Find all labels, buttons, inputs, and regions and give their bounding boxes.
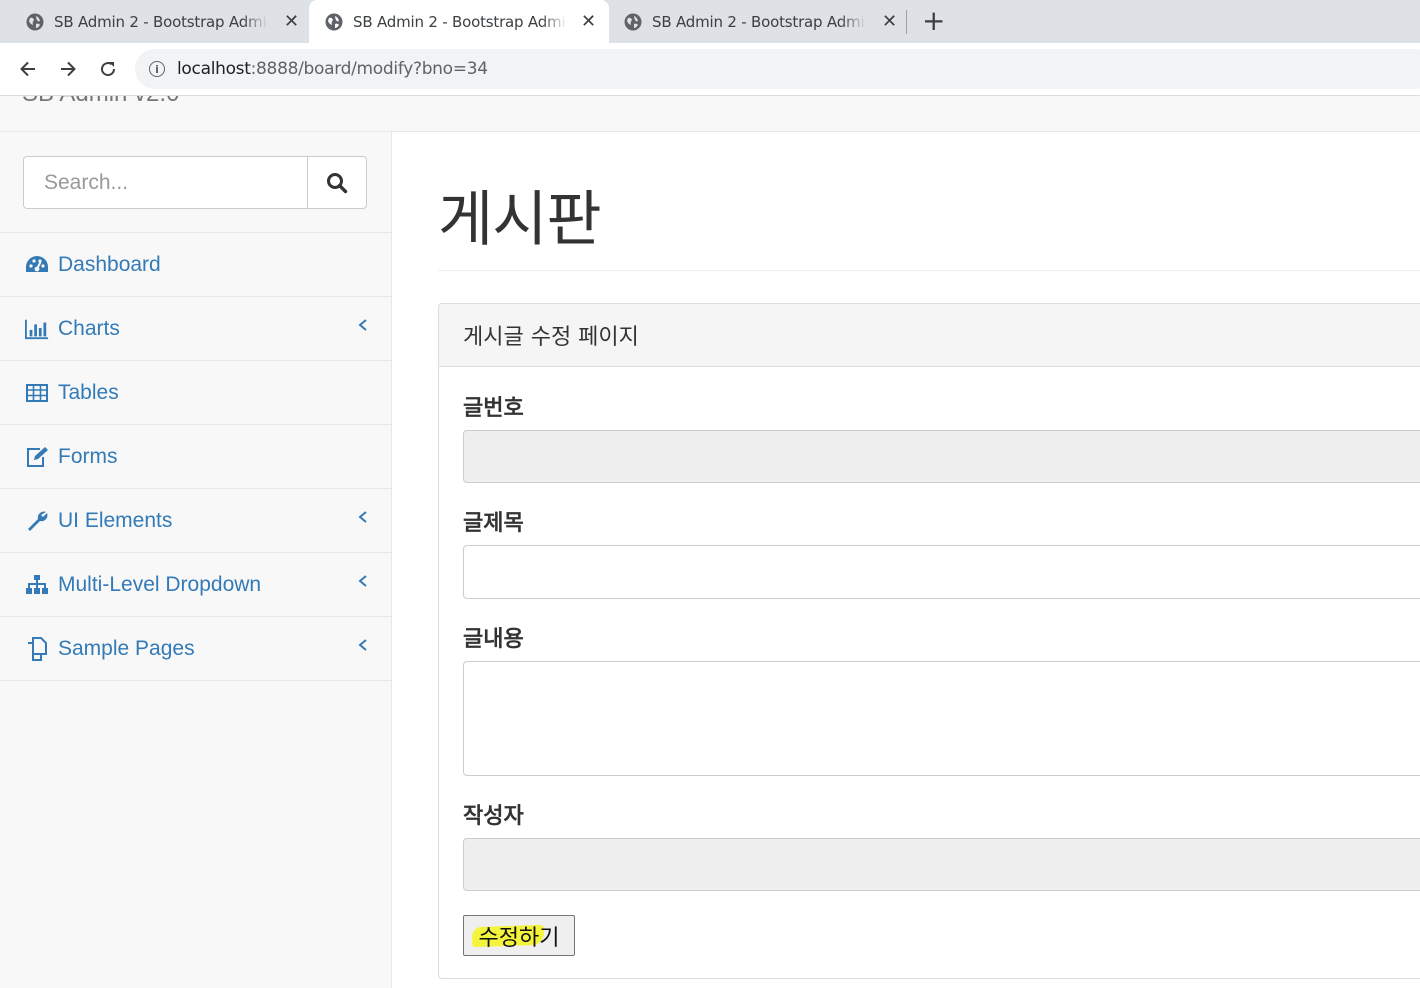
address-bar[interactable]: i localhost:8888/board/modify?bno=34 xyxy=(135,49,1420,89)
content-label: 글내용 xyxy=(463,627,524,652)
arrow-left-icon xyxy=(20,61,35,77)
search-input[interactable]: Search... xyxy=(23,156,308,209)
sidebar-item-dashboard[interactable]: Dashboard xyxy=(0,233,391,297)
writer-field[interactable] xyxy=(463,838,1420,891)
files-icon xyxy=(25,636,49,661)
sidebar-item-label: Forms xyxy=(58,444,118,468)
bar-chart-icon xyxy=(25,317,49,341)
chevron-left-icon xyxy=(358,639,367,651)
tab-close-icon[interactable]: ✕ xyxy=(882,11,897,32)
sidebar-item-multi-level-dropdown[interactable]: Multi-Level Dropdown xyxy=(0,553,391,617)
back-button[interactable] xyxy=(15,56,41,82)
sidebar-item-label: Charts xyxy=(58,316,120,340)
sidebar-item-forms[interactable]: Forms xyxy=(0,425,391,489)
sitemap-icon xyxy=(25,573,49,597)
tab-title: SB Admin 2 - Bootstrap Admin Theme xyxy=(353,12,567,31)
reload-button[interactable] xyxy=(95,56,121,82)
tab-separator xyxy=(906,10,907,34)
reload-icon xyxy=(101,62,116,77)
wrench-icon xyxy=(25,509,49,533)
browser-tab-2[interactable]: SB Admin 2 - Bootstrap Admin Theme ✕ xyxy=(309,0,609,43)
browser-tab-1[interactable]: SB Admin 2 - Bootstrap Admin Theme ✕ xyxy=(0,0,300,43)
tab-close-icon[interactable]: ✕ xyxy=(581,11,596,32)
writer-label: 작성자 xyxy=(463,804,524,829)
sidebar-search: Search... xyxy=(0,132,391,233)
sidebar-item-sample-pages[interactable]: Sample Pages xyxy=(0,617,391,681)
sidebar: Search... Dashboard Charts Tables Forms … xyxy=(0,132,392,988)
forward-button[interactable] xyxy=(55,56,81,82)
arrow-right-icon xyxy=(61,61,76,77)
title-label: 글제목 xyxy=(463,511,524,536)
url-text: localhost:8888/board/modify?bno=34 xyxy=(177,59,488,79)
bno-field[interactable] xyxy=(463,430,1420,483)
table-icon xyxy=(25,381,49,405)
sidebar-item-charts[interactable]: Charts xyxy=(0,297,391,361)
web-page: SB Admin v2.0 Search... Dashboard Charts xyxy=(0,96,1420,988)
browser-toolbar: i localhost:8888/board/modify?bno=34 xyxy=(0,43,1420,96)
sidebar-item-label: Sample Pages xyxy=(58,636,195,660)
tab-title: SB Admin 2 - Bootstrap Admin Theme xyxy=(54,12,268,31)
sidebar-item-tables[interactable]: Tables xyxy=(0,361,391,425)
globe-icon xyxy=(26,13,44,30)
sidebar-item-label: UI Elements xyxy=(58,508,173,532)
globe-icon xyxy=(325,13,343,30)
dashboard-icon xyxy=(25,253,49,277)
panel-title: 게시글 수정 페이지 xyxy=(439,304,1420,367)
chevron-left-icon xyxy=(358,319,367,331)
navbar-brand[interactable]: SB Admin v2.0 xyxy=(22,96,179,108)
page-header: 게시판 xyxy=(438,180,1420,271)
sidebar-item-label: Dashboard xyxy=(58,252,161,276)
submit-label: 수정하기 xyxy=(478,925,560,951)
chevron-left-icon xyxy=(358,575,367,587)
info-icon[interactable]: i xyxy=(149,61,165,77)
modify-submit-button[interactable]: 수정하기 xyxy=(463,915,575,956)
sidebar-item-label: Tables xyxy=(58,380,119,404)
main-content: 게시판 게시글 수정 페이지 글번호 글제목 글내용 작성자 수정하기 xyxy=(392,132,1420,988)
globe-icon xyxy=(624,13,642,30)
title-field[interactable] xyxy=(463,545,1420,599)
search-button[interactable] xyxy=(307,156,367,209)
bno-label: 글번호 xyxy=(463,396,524,421)
browser-tab-3[interactable]: SB Admin 2 - Bootstrap Admin Theme ✕ xyxy=(598,0,898,43)
edit-icon xyxy=(25,445,49,469)
sidebar-item-label: Multi-Level Dropdown xyxy=(58,572,262,596)
new-tab-button[interactable]: + xyxy=(922,6,945,36)
search-icon xyxy=(327,172,348,193)
chevron-left-icon xyxy=(358,511,367,523)
page-title: 게시판 xyxy=(438,185,602,255)
top-navbar: SB Admin v2.0 xyxy=(0,96,1420,132)
sidebar-item-ui-elements[interactable]: UI Elements xyxy=(0,489,391,553)
browser-tabstrip: SB Admin 2 - Bootstrap Admin Theme ✕ SB … xyxy=(0,0,1420,43)
content-textarea[interactable] xyxy=(463,661,1420,776)
tab-close-icon[interactable]: ✕ xyxy=(284,11,299,32)
edit-panel: 게시글 수정 페이지 글번호 글제목 글내용 작성자 수정하기 xyxy=(438,303,1420,979)
tab-title: SB Admin 2 - Bootstrap Admin Theme xyxy=(652,12,866,31)
